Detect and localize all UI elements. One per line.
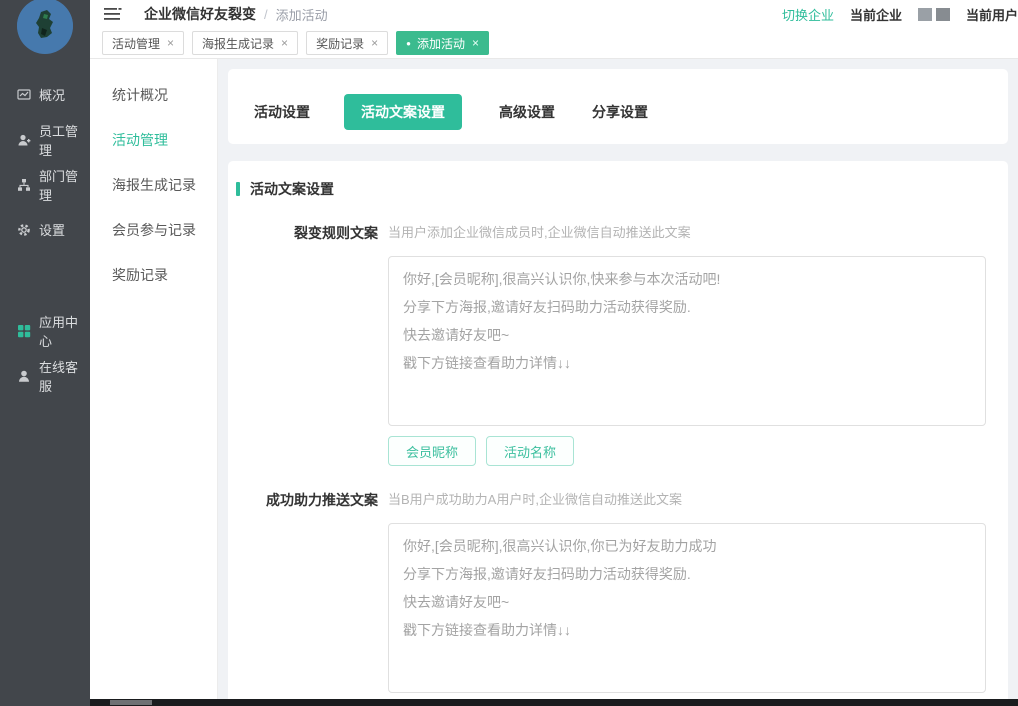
bottom-window-strip <box>90 699 1018 706</box>
submenu-reward-records[interactable]: 奖励记录 <box>90 253 217 298</box>
field-hint: 当用户添加企业微信成员时,企业微信自动推送此文案 <box>388 223 986 243</box>
close-tab-icon[interactable]: × <box>281 36 288 50</box>
app-window: 概况 员工管理 部门管理 设置 应用中心 <box>0 0 1018 706</box>
fission-rule-copy-textarea[interactable]: 你好,[会员昵称],很高兴认识你,快来参与本次活动吧! 分享下方海报,邀请好友扫… <box>388 256 986 426</box>
bottom-strip-segment <box>110 700 152 705</box>
field-hint: 当B用户成功助力A用户时,企业微信自动推送此文案 <box>388 490 986 510</box>
page-tab-activity-management[interactable]: 活动管理 × <box>102 31 184 55</box>
page-tab-label: 奖励记录 <box>316 35 364 52</box>
secondary-sidebar: 统计概况 活动管理 海报生成记录 会员参与记录 奖励记录 <box>90 59 218 706</box>
breadcrumb-current-page: 添加活动 <box>276 5 328 24</box>
tab-advanced-settings[interactable]: 高级设置 <box>499 94 555 130</box>
sidebar-item-departments[interactable]: 部门管理 <box>0 162 90 207</box>
page-tab-label: 添加活动 <box>417 35 465 52</box>
employee-icon <box>16 132 31 147</box>
sidebar-item-label: 在线客服 <box>39 357 90 395</box>
page-tab-label: 活动管理 <box>112 35 160 52</box>
switch-company-link[interactable]: 切换企业 <box>782 5 834 24</box>
active-tab-dot-icon: ● <box>406 39 411 48</box>
section-accent-bar <box>236 182 240 196</box>
page-body: 统计概况 活动管理 海报生成记录 会员参与记录 奖励记录 活动设置 活动文案设置… <box>90 59 1018 706</box>
tab-share-settings[interactable]: 分享设置 <box>592 94 648 130</box>
sidebar-item-label: 应用中心 <box>39 312 90 350</box>
topbar-right: 切换企业 当前企业 当前用户 <box>782 5 1018 24</box>
page-tab-add-activity[interactable]: ● 添加活动 × <box>396 31 489 55</box>
form-row-fission-rule-copy: 裂变规则文案 当用户添加企业微信成员时,企业微信自动推送此文案 你好,[会员昵称… <box>236 223 986 466</box>
breadcrumb-app-name[interactable]: 企业微信好友裂变 <box>144 4 256 24</box>
sidebar-item-label: 员工管理 <box>39 121 90 159</box>
breadcrumb-separator: / <box>264 7 268 22</box>
page-tab-label: 海报生成记录 <box>202 35 274 52</box>
copy-settings-card: 活动文案设置 裂变规则文案 当用户添加企业微信成员时,企业微信自动推送此文案 你… <box>228 161 1008 706</box>
section-title-text: 活动文案设置 <box>250 179 334 199</box>
app-grid-icon <box>16 323 31 338</box>
collapse-menu-icon[interactable] <box>104 7 122 21</box>
avatar-figure <box>17 0 73 54</box>
sidebar-item-label: 部门管理 <box>39 166 90 204</box>
tab-activity-settings[interactable]: 活动设置 <box>254 94 310 130</box>
sidebar-item-app-center[interactable]: 应用中心 <box>0 308 90 353</box>
content-area: 活动设置 活动文案设置 高级设置 分享设置 活动文案设置 裂变规则文案 当用户添… <box>218 59 1018 706</box>
submenu-member-participation[interactable]: 会员参与记录 <box>90 208 217 253</box>
submenu-activity-management[interactable]: 活动管理 <box>90 118 217 163</box>
insert-variable-buttons: 会员昵称 活动名称 <box>388 436 986 466</box>
department-tree-icon <box>16 177 31 192</box>
field-label: 裂变规则文案 <box>236 223 378 466</box>
current-user-label: 当前用户 <box>966 5 1018 24</box>
submenu-statistics-overview[interactable]: 统计概况 <box>90 73 217 118</box>
close-tab-icon[interactable]: × <box>472 36 479 50</box>
sidebar-item-online-support[interactable]: 在线客服 <box>0 353 90 398</box>
assist-success-copy-textarea[interactable]: 你好,[会员昵称],很高兴认识你,你已为好友助力成功 分享下方海报,邀请好友扫码… <box>388 523 986 693</box>
current-company-label: 当前企业 <box>850 5 902 24</box>
submenu-poster-records[interactable]: 海报生成记录 <box>90 163 217 208</box>
page-tab-reward-records[interactable]: 奖励记录 × <box>306 31 388 55</box>
sidebar-item-label: 概况 <box>39 85 65 104</box>
field-body: 当B用户成功助力A用户时,企业微信自动推送此文案 你好,[会员昵称],很高兴认识… <box>388 490 986 706</box>
field-body: 当用户添加企业微信成员时,企业微信自动推送此文案 你好,[会员昵称],很高兴认识… <box>388 223 986 466</box>
sidebar-item-label: 设置 <box>39 220 65 239</box>
settings-tabs-card: 活动设置 活动文案设置 高级设置 分享设置 <box>228 69 1008 144</box>
company-logo-avatar[interactable] <box>17 0 73 54</box>
top-bar: 企业微信好友裂变 / 添加活动 切换企业 当前企业 当前用户 <box>90 0 1018 28</box>
sidebar-item-settings[interactable]: 设置 <box>0 207 90 252</box>
page-tab-poster-records[interactable]: 海报生成记录 × <box>192 31 298 55</box>
close-tab-icon[interactable]: × <box>371 36 378 50</box>
close-tab-icon[interactable]: × <box>167 36 174 50</box>
open-tabs-bar: 活动管理 × 海报生成记录 × 奖励记录 × ● 添加活动 × <box>90 28 1018 59</box>
section-title: 活动文案设置 <box>236 179 986 199</box>
insert-activity-name-button[interactable]: 活动名称 <box>486 436 574 466</box>
company-name-redacted <box>918 8 950 21</box>
main-area: 企业微信好友裂变 / 添加活动 切换企业 当前企业 当前用户 活动管理 × 海报… <box>90 0 1018 706</box>
insert-member-nickname-button[interactable]: 会员昵称 <box>388 436 476 466</box>
overview-chart-icon <box>16 87 31 102</box>
form-row-assist-success-copy: 成功助力推送文案 当B用户成功助力A用户时,企业微信自动推送此文案 你好,[会员… <box>236 490 986 706</box>
sidebar-item-overview[interactable]: 概况 <box>0 72 90 117</box>
gear-icon <box>16 222 31 237</box>
tab-activity-copy-settings[interactable]: 活动文案设置 <box>344 94 462 130</box>
sidebar-item-employees[interactable]: 员工管理 <box>0 117 90 162</box>
logo-area <box>0 0 90 60</box>
customer-service-icon <box>16 368 31 383</box>
field-label: 成功助力推送文案 <box>236 490 378 706</box>
primary-sidebar: 概况 员工管理 部门管理 设置 应用中心 <box>0 0 90 706</box>
